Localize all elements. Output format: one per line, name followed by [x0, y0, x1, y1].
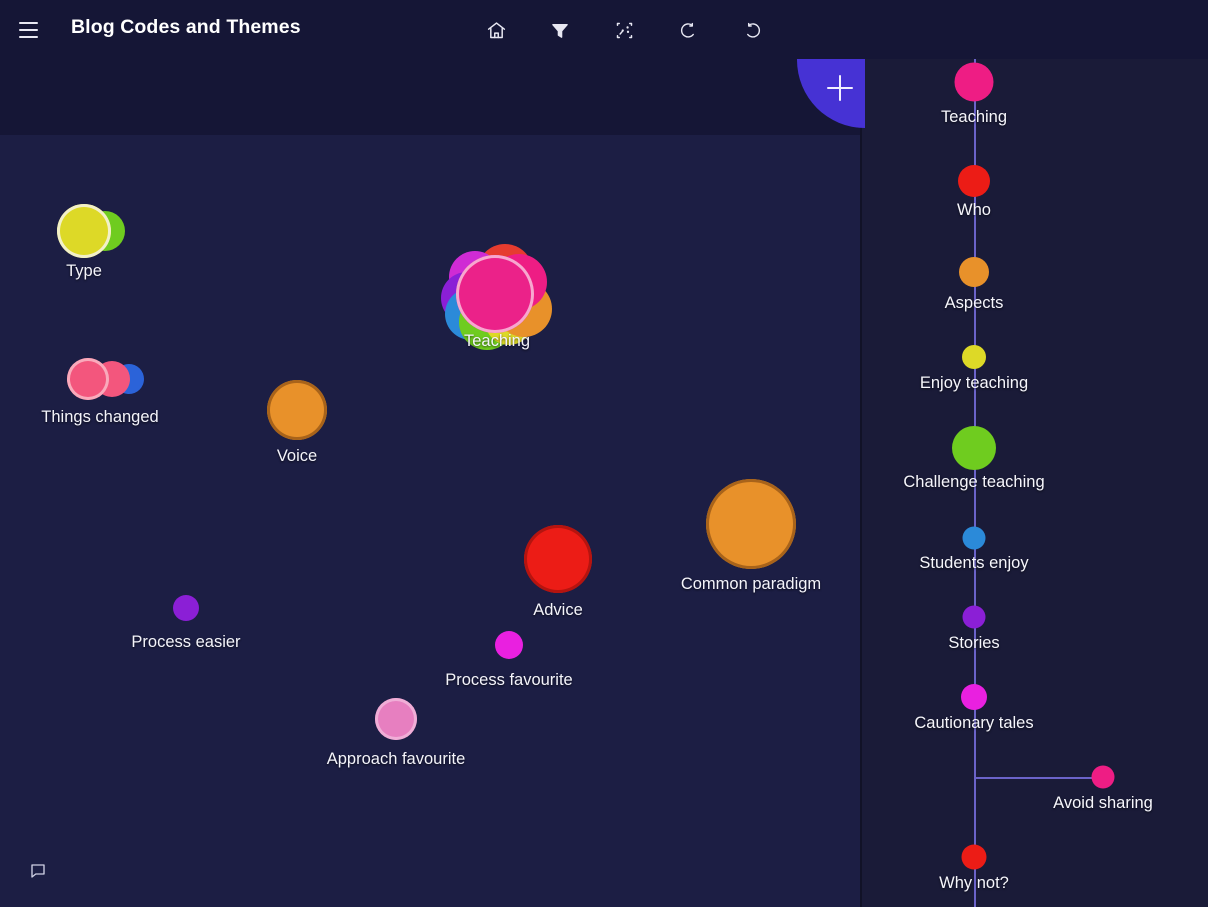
bubble-label: Process easier: [131, 633, 241, 651]
redo-icon[interactable]: [736, 14, 768, 46]
timeline-node[interactable]: [962, 526, 986, 550]
timeline-node[interactable]: [962, 345, 986, 369]
timeline-node[interactable]: [958, 165, 990, 197]
bubble-circle: [267, 380, 327, 440]
timeline-sidebar[interactable]: Teaching Who Aspects Enjoy teaching Challeng…: [860, 0, 1208, 907]
bubble-label: Process favourite: [445, 671, 573, 689]
hamburger-bar: [18, 36, 38, 38]
filter-icon[interactable]: [544, 14, 576, 46]
plus-icon: [827, 75, 853, 101]
chart-icon[interactable]: [608, 14, 640, 46]
bubble-label: Voice: [276, 447, 318, 465]
timeline-node[interactable]: [961, 844, 987, 870]
bubble-label: Things changed: [41, 408, 159, 426]
timeline-label: Avoid sharing: [1053, 794, 1153, 812]
header-strip: [0, 59, 862, 135]
bubble-circle: [67, 358, 109, 400]
bubble-label: Approach favourite: [326, 750, 466, 768]
bubble-label: Common paradigm: [680, 575, 822, 593]
timeline-node[interactable]: [1091, 765, 1115, 789]
undo-icon[interactable]: [672, 14, 704, 46]
bubble-circle: [524, 525, 592, 593]
bubble-canvas[interactable]: Type Things changed Teaching Voice Common pa…: [0, 135, 862, 907]
home-icon[interactable]: [480, 14, 512, 46]
bubble-circle: [57, 204, 111, 258]
timeline-node[interactable]: [961, 684, 987, 710]
timeline-node[interactable]: [962, 605, 986, 629]
bubble-label: Advice: [533, 601, 583, 619]
bubble-circle: [495, 631, 523, 659]
timeline-node[interactable]: [959, 257, 989, 287]
timeline-branch: [974, 777, 1103, 779]
hamburger-icon[interactable]: [14, 16, 42, 44]
toolbar: [480, 14, 768, 46]
bubble-circle: [173, 595, 199, 621]
app-root: Blog Codes and Themes Type Things change…: [0, 0, 1208, 907]
page-title: Blog Codes and Themes: [71, 16, 301, 38]
bubble-circle: [706, 479, 796, 569]
hamburger-bar: [18, 22, 38, 24]
bubble-label: Type: [66, 262, 102, 280]
top-bar: Blog Codes and Themes: [0, 0, 1208, 59]
bubble-circle: [456, 255, 534, 333]
hamburger-bar: [18, 29, 38, 31]
comment-icon[interactable]: [29, 862, 47, 880]
timeline-node[interactable]: [954, 62, 994, 102]
bubble-circle: [375, 698, 417, 740]
timeline-node[interactable]: [952, 426, 996, 470]
